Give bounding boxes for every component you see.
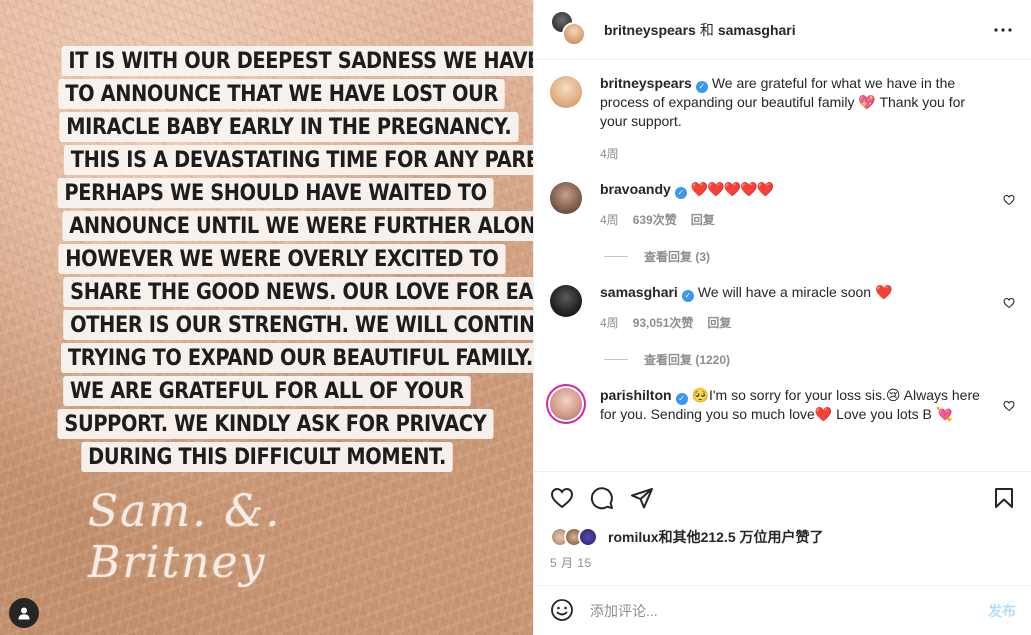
like-comment-heart-icon[interactable] [1003, 297, 1015, 309]
post-modal: It is with our deepest sadness we have t… [0, 0, 1031, 635]
view-replies-label: 查看回复 (3) [644, 250, 711, 264]
bookmark-icon [995, 488, 1013, 508]
announcement-line: share the good news. Our love for each [63, 277, 533, 307]
avatar [562, 21, 586, 46]
like-count[interactable]: 639次赞 [633, 211, 677, 228]
collab-avatars[interactable] [550, 9, 590, 50]
reply-button[interactable]: 回复 [707, 314, 731, 331]
username-link[interactable]: britneyspears [600, 75, 692, 91]
comment-text: ❤️❤️❤️❤️❤️ [690, 181, 774, 197]
announcement-line: miracle baby early in the pregnancy. [59, 112, 519, 142]
announcement-line: Perhaps we should have waited to [57, 178, 494, 208]
avatar[interactable] [550, 182, 582, 214]
announcement-line: however we were overly excited to [58, 244, 506, 274]
send-icon [631, 488, 653, 509]
comment-icon [590, 487, 613, 510]
username-link[interactable]: bravoandy [600, 181, 671, 197]
emoji-icon [551, 598, 573, 621]
collab-usernames: britneyspears 和 samasghari [604, 20, 796, 40]
caption: britneyspears ✓ We are grateful for what w… [550, 74, 1015, 162]
heart-icon [550, 487, 574, 509]
username-link[interactable]: parishilton [600, 387, 672, 403]
announcement-line: We are grateful for all of your [63, 376, 471, 406]
username-link[interactable]: britneyspears [604, 22, 696, 38]
username-link[interactable]: samasghari [600, 284, 678, 300]
more-options-button[interactable] [991, 18, 1015, 42]
verified-icon: ✓ [674, 187, 687, 199]
announcement-line: to announce that we have lost our [58, 79, 505, 109]
announcement-line: announce until we were further along [62, 211, 533, 241]
comment-item: parishilton ✓ 🥺I'm so sorry for your loss … [550, 386, 1015, 424]
signature: Sam. &. Britney [88, 486, 282, 588]
more-icon [994, 28, 1012, 32]
conjunction: 和 [699, 21, 714, 38]
post-image[interactable]: It is with our deepest sadness we have t… [0, 0, 533, 635]
announcement-line: during this difficult moment. [81, 442, 453, 472]
post-date[interactable]: 5 月 15 [534, 550, 1031, 571]
avatar[interactable] [550, 76, 582, 108]
post-sidebar: britneyspears 和 samasghari britneyspears ✓ W… [533, 0, 1031, 635]
timestamp[interactable]: 4周 [600, 314, 619, 331]
announcement-line: support. We kindly ask for privacy [57, 409, 494, 439]
avatar[interactable] [550, 388, 582, 420]
view-replies-label: 查看回复 (1220) [644, 353, 731, 367]
verified-icon: ✓ [681, 290, 694, 302]
announcement-line: trying to expand our beautiful family. [60, 343, 533, 373]
comment-item: bravoandy ✓ ❤️❤️❤️❤️❤️ 4周 639次赞 回复 [550, 180, 1015, 228]
post-actions: romilux和其他212.5 万位用户赞了 5 月 15 发布 [534, 471, 1031, 635]
reply-button[interactable]: 回复 [691, 211, 715, 228]
announcement-line: This is a devastating time for any paren… [63, 145, 533, 175]
likes-summary[interactable]: romilux和其他212.5 万位用户赞了 [534, 524, 1031, 550]
like-comment-heart-icon[interactable] [1003, 194, 1015, 206]
divider [604, 359, 628, 360]
save-button[interactable] [992, 486, 1016, 510]
divider [604, 256, 628, 257]
action-bar [534, 472, 1031, 524]
emoji-button[interactable] [550, 598, 576, 624]
like-count[interactable]: 93,051次赞 [633, 314, 694, 331]
share-button[interactable] [630, 486, 654, 510]
announcement-line: other is our strength. We will continue [63, 310, 533, 340]
timestamp[interactable]: 4周 [600, 211, 619, 228]
avatar[interactable] [550, 285, 582, 317]
tagged-users-button[interactable] [9, 598, 39, 628]
user-icon [18, 607, 30, 620]
timestamp[interactable]: 4周 [600, 145, 619, 162]
comment-item: samasghari ✓ We will have a miracle soon ❤… [550, 283, 1015, 331]
likes-text: romilux和其他212.5 万位用户赞了 [608, 529, 824, 545]
comments-list[interactable]: britneyspears ✓ We are grateful for what w… [534, 60, 1031, 471]
add-comment-bar: 发布 [534, 585, 1031, 635]
like-button[interactable] [550, 486, 574, 510]
verified-icon: ✓ [675, 393, 688, 405]
comment-button[interactable] [590, 486, 614, 510]
post-header: britneyspears 和 samasghari [534, 0, 1031, 60]
announcement-text: It is with our deepest sadness we have t… [22, 46, 533, 475]
comment-text: We will have a miracle soon ❤️ [697, 284, 893, 300]
announcement-line: It is with our deepest sadness we have [61, 46, 533, 76]
avatar [578, 527, 598, 547]
post-comment-button[interactable]: 发布 [988, 601, 1016, 621]
like-comment-heart-icon[interactable] [1003, 400, 1015, 412]
verified-icon: ✓ [695, 81, 708, 93]
comment-input[interactable] [590, 602, 988, 619]
view-replies-button[interactable]: 查看回复 (3) [604, 248, 1015, 265]
username-link[interactable]: samasghari [718, 22, 796, 38]
liker-avatars [550, 527, 604, 547]
view-replies-button[interactable]: 查看回复 (1220) [604, 351, 1015, 368]
